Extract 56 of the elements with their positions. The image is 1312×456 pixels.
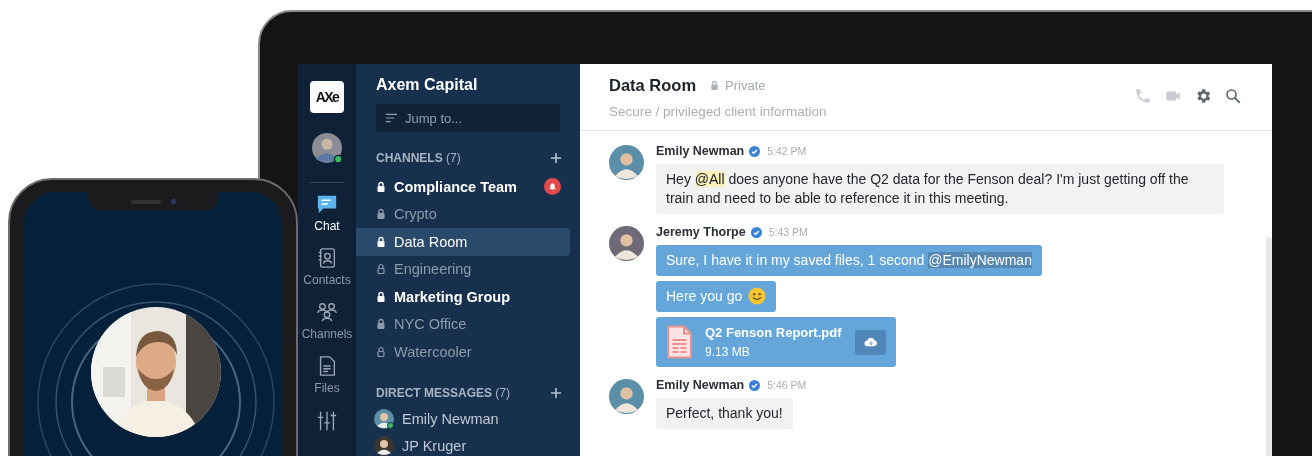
filter-icon <box>385 113 398 123</box>
lock-icon <box>376 290 386 303</box>
lock-icon <box>376 263 386 276</box>
author-name: Emily Newman <box>656 144 745 158</box>
channel-item[interactable]: NYC Office <box>356 310 570 338</box>
download-button[interactable] <box>855 329 886 355</box>
contacts-icon <box>316 246 338 269</box>
search-field[interactable]: Jump to... <box>376 104 560 132</box>
message-bubble: Here you go <box>656 281 777 312</box>
message-bubble: Perfect, thank you! <box>656 398 793 429</box>
rail-item[interactable]: Chat <box>314 192 340 247</box>
rail-item[interactable]: Files <box>314 355 340 410</box>
section-heading: CHANNELS (7) <box>376 151 461 165</box>
cloud-download-icon <box>863 337 878 347</box>
section-heading: DIRECT MESSAGES (7) <box>376 385 511 400</box>
lock-icon <box>376 180 386 193</box>
lock-icon <box>710 79 720 91</box>
add-icon[interactable] <box>551 153 561 163</box>
channel-item[interactable]: Marketing Group <box>356 283 570 311</box>
channel-item[interactable]: Crypto <box>356 200 570 228</box>
smiley-icon <box>748 287 767 305</box>
rail-item[interactable]: Channels <box>301 301 353 356</box>
file-size: 9.13 MB <box>705 345 751 359</box>
avatar <box>310 131 344 164</box>
channel-item[interactable]: Engineering <box>356 255 570 283</box>
message-bubble: Sure, I have it in my saved files, 1 second @EmilyNewman <box>656 245 1042 276</box>
privacy-label: Private <box>725 77 766 93</box>
contact-item[interactable]: JP Kruger <box>356 432 580 456</box>
channel-item[interactable]: Data Room <box>356 228 570 256</box>
timestamp: 5:46 PM <box>767 379 807 391</box>
lock-icon <box>376 208 386 221</box>
channel-title: Data Room <box>609 75 697 95</box>
search-icon[interactable] <box>1224 87 1242 105</box>
timestamp: 5:43 PM <box>768 226 808 238</box>
group-icon <box>316 301 338 324</box>
sliders-icon <box>316 409 338 432</box>
contact-item[interactable]: Emily Newman <box>356 405 580 433</box>
lock-icon <box>376 345 386 358</box>
rail-item[interactable]: Contacts <box>303 246 351 302</box>
lock-icon <box>376 235 386 248</box>
document-icon <box>666 325 693 359</box>
lock-icon <box>376 318 386 331</box>
channel-item[interactable]: Watercooler <box>356 338 570 366</box>
channel-item[interactable]: Compliance Team <box>356 173 570 201</box>
message-bubble: Hey @All does anyone have the Q2 data for the Fenson deal? I'm just getting off the train and need to be able to reference it in this meeting. <box>656 164 1224 214</box>
add-icon[interactable] <box>551 387 561 398</box>
author-name: Jeremy Thorpe <box>656 225 746 239</box>
scrollbar[interactable] <box>1266 237 1272 456</box>
mention-link[interactable]: @All <box>694 171 725 187</box>
file-name: Q2 Fenson Report.pdf <box>705 325 843 340</box>
logo: AXe <box>310 81 344 113</box>
timestamp: 5:42 PM <box>767 145 807 157</box>
workspace-name: Axem Capital <box>376 76 479 94</box>
channel-description: Secure / privileged client information <box>609 103 827 119</box>
mention-link[interactable]: @EmilyNewman <box>928 252 1032 268</box>
author-name: Emily Newman <box>656 378 745 392</box>
